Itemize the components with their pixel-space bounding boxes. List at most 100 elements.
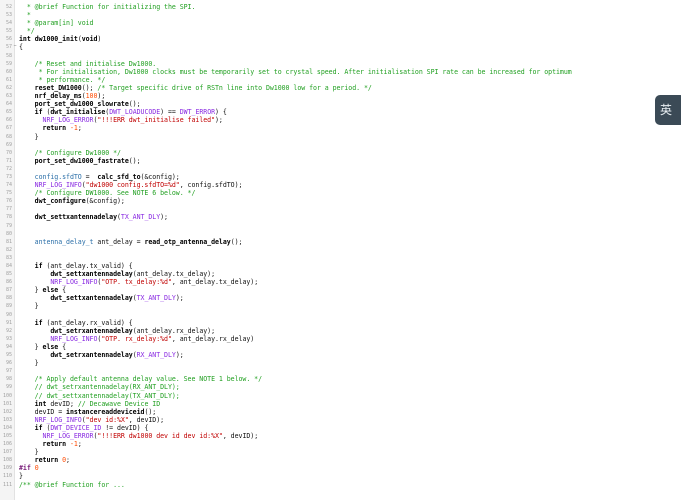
code-line[interactable]: 64 port_set_dw1000_slowrate(); xyxy=(0,100,681,108)
code-line[interactable]: 69 xyxy=(0,141,681,149)
code-token: if xyxy=(19,423,43,432)
code-line[interactable]: 91 if (ant_delay.rx_valid) { xyxy=(0,319,681,327)
code-token: (); xyxy=(144,407,157,416)
code-line[interactable]: 79 xyxy=(0,222,681,230)
code-token: 0 xyxy=(34,464,39,473)
line-number: 84 xyxy=(5,263,12,269)
code-line[interactable]: 81 antenna_delay_t ant_delay = read_otp_… xyxy=(0,238,681,246)
code-line[interactable]: 61 * performance. */ xyxy=(0,76,681,84)
code-line[interactable]: 98 /* Apply default antenna delay value.… xyxy=(0,375,681,383)
code-editor[interactable]: 52 * @brief Function for initializing th… xyxy=(0,0,681,500)
code-line[interactable]: 83 xyxy=(0,254,681,262)
code-line[interactable]: 78 dwt_settxantennadelay(TX_ANT_DLY); xyxy=(0,213,681,221)
code-line[interactable]: 65 if (dwt_initialise(DWT_LOADUCODE) == … xyxy=(0,108,681,116)
code-line[interactable]: 53 * xyxy=(0,11,681,19)
code-line[interactable]: 99 // dwt_setrxantennadelay(RX_ANT_DLY); xyxy=(0,383,681,391)
code-line[interactable]: 101 int devID; // Decawave Device ID xyxy=(0,400,681,408)
code-line[interactable]: 76 dwt_configure(&config); xyxy=(0,197,681,205)
code-token: } xyxy=(19,132,39,141)
code-line[interactable]: 59 /* Reset and initialise Dw1000. xyxy=(0,60,681,68)
code-line[interactable]: 89 } xyxy=(0,302,681,310)
code-line[interactable]: 93 NRF_LOG_INFO("OTP. rx_delay:%d", ant_… xyxy=(0,335,681,343)
code-text: if (ant_delay.tx_valid) { xyxy=(19,262,133,270)
code-line[interactable]: 57−{ xyxy=(0,43,681,51)
code-text: nrf_delay_ms(100); xyxy=(19,92,106,101)
code-token: -1 xyxy=(69,124,78,133)
code-line[interactable]: 96 } xyxy=(0,359,681,367)
code-text: dwt_settxantennadelay(ant_delay.tx_delay… xyxy=(19,270,215,278)
code-token: dwt_setrxantennadelay xyxy=(19,326,133,335)
code-token: else xyxy=(42,342,59,351)
code-line[interactable]: 88 dwt_settxantennadelay(TX_ANT_DLY); xyxy=(0,294,681,302)
code-line[interactable]: 85 dwt_settxantennadelay(ant_delay.tx_de… xyxy=(0,270,681,278)
code-line[interactable]: 73 config.sfdTO = calc_sfd_to(&config); xyxy=(0,173,681,181)
code-line[interactable]: 80 xyxy=(0,230,681,238)
code-line[interactable]: 71 port_set_dw1000_fastrate(); xyxy=(0,157,681,165)
code-text: port_set_dw1000_slowrate(); xyxy=(19,100,141,108)
code-token: , devID); xyxy=(128,415,165,424)
code-line[interactable]: 102 devID = instancereaddeviceid(); xyxy=(0,408,681,416)
code-line[interactable]: 62 reset_DW1000(); /* Target specific dr… xyxy=(0,84,681,92)
line-number: 57 xyxy=(5,44,12,51)
line-number: 91 xyxy=(5,319,12,326)
line-number: 65 xyxy=(5,109,12,116)
code-line[interactable]: 95 dwt_setrxantennadelay(RX_ANT_DLY); xyxy=(0,351,681,359)
code-line[interactable]: 103 NRF_LOG_INFO("dev id:%X", devID); xyxy=(0,416,681,424)
code-line[interactable]: 92 dwt_setrxantennadelay(ant_delay.rx_de… xyxy=(0,327,681,335)
code-text: } xyxy=(19,472,23,480)
code-line[interactable]: 58 xyxy=(0,52,681,60)
code-line[interactable]: 90 xyxy=(0,311,681,319)
line-number: 64 xyxy=(5,101,12,108)
code-token: read_otp_antenna_delay xyxy=(144,237,231,246)
code-line[interactable]: 106 return -1; xyxy=(0,440,681,448)
line-number: 81 xyxy=(5,238,12,245)
code-line[interactable]: 84 if (ant_delay.tx_valid) { xyxy=(0,262,681,270)
code-line[interactable]: 68 } xyxy=(0,133,681,141)
line-number: 106 xyxy=(2,441,12,448)
code-line[interactable]: 52 * @brief Function for initializing th… xyxy=(0,3,681,11)
ime-language-indicator[interactable]: 英 xyxy=(655,95,681,125)
code-token: NRF_LOG_INFO xyxy=(19,278,98,287)
fold-toggle-icon[interactable]: − xyxy=(13,44,17,49)
line-number: 105 xyxy=(2,432,12,439)
line-number: 109 xyxy=(2,465,12,472)
code-line[interactable]: 63 nrf_delay_ms(100); xyxy=(0,92,681,100)
code-line[interactable]: 111 /** @brief Function for ... xyxy=(0,481,681,489)
code-text: devID = instancereaddeviceid(); xyxy=(19,407,157,416)
code-line[interactable]: 86 NRF_LOG_INFO("OTP. tx_delay:%d", ant_… xyxy=(0,278,681,286)
code-line[interactable]: 82 xyxy=(0,246,681,254)
code-lines[interactable]: 52 * @brief Function for initializing th… xyxy=(0,3,681,489)
code-line[interactable]: 109 #if 0 xyxy=(0,464,681,472)
code-line[interactable]: 56 int dw1000_init(void) xyxy=(0,35,681,43)
line-number: 85 xyxy=(5,271,12,278)
line-number: 60 xyxy=(5,68,12,75)
code-line[interactable]: 97 xyxy=(0,367,681,375)
code-token: (ant_delay.tx_delay); xyxy=(132,270,216,279)
code-line[interactable]: 75 /* Configure DW1000. See NOTE 6 below… xyxy=(0,189,681,197)
code-line[interactable]: 87 } else { xyxy=(0,286,681,294)
line-number: 78 xyxy=(5,214,12,221)
code-line[interactable]: 60 * For initialisation, Dw1000 clocks m… xyxy=(0,68,681,76)
line-number: 94 xyxy=(5,343,12,350)
code-line[interactable]: 66 NRF_LOG_ERROR("!!!ERR dwt_initialise … xyxy=(0,116,681,124)
code-line[interactable]: 110} xyxy=(0,472,681,480)
code-line[interactable]: 72 xyxy=(0,165,681,173)
code-line[interactable]: 70 /* Configure Dw1000 */ xyxy=(0,149,681,157)
code-line[interactable]: 67 return -1; xyxy=(0,124,681,132)
code-token: devID; xyxy=(46,399,78,408)
code-line[interactable]: 54 * @param[in] void xyxy=(0,19,681,27)
line-number: 61 xyxy=(5,76,12,83)
code-token: nrf_delay_ms xyxy=(19,92,82,101)
code-line[interactable]: 104 if (DWT_DEVICE_ID != devID) { xyxy=(0,424,681,432)
code-line[interactable]: 108 return 0; xyxy=(0,456,681,464)
code-text: // dwt_setrxantennadelay(RX_ANT_DLY); xyxy=(19,383,180,391)
code-line[interactable]: 107 } xyxy=(0,448,681,456)
code-line[interactable]: 55 */ xyxy=(0,27,681,35)
code-token: "dev id:%X" xyxy=(85,415,129,424)
code-line[interactable]: 94 } else { xyxy=(0,343,681,351)
code-line[interactable]: 105 NRF_LOG_ERROR("!!!ERR dw1000 dev id … xyxy=(0,432,681,440)
code-line[interactable]: 74 NRF_LOG_INFO("dw1000 config.sfdTO=%d"… xyxy=(0,181,681,189)
code-line[interactable]: 100 // dwt_settxantennadelay(TX_ANT_DLY)… xyxy=(0,392,681,400)
code-line[interactable]: 77 xyxy=(0,205,681,213)
code-token: "dw1000 config.sfdTO=%d" xyxy=(85,181,180,190)
